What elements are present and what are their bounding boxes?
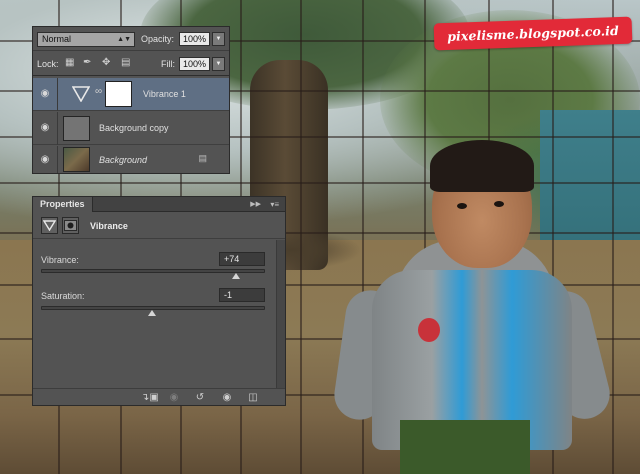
child-eye <box>494 201 504 207</box>
visibility-eye-icon[interactable]: ◉ <box>39 122 51 134</box>
clip-to-layer-icon[interactable]: ↴▣ <box>141 391 159 404</box>
layer-thumbnail <box>63 116 90 141</box>
child-pants <box>400 420 530 474</box>
mask-link-chain-icon[interactable]: ∞ <box>95 86 102 97</box>
trash-icon[interactable]: ◫ <box>246 391 260 404</box>
layer-row-vibrance[interactable]: ◉ ∞ Vibrance 1 <box>33 78 229 111</box>
opacity-dropdown-button[interactable]: ▼ <box>212 32 225 46</box>
vibrance-adjustment-icon[interactable] <box>41 217 58 234</box>
fence-wire <box>612 0 614 474</box>
fill-dropdown-button[interactable]: ▼ <box>212 57 225 71</box>
layers-panel: Normal ▲▼ Opacity: 100% ▼ Lock: ▦ ✒ ✥ ▤ … <box>32 26 230 174</box>
layer-divider <box>57 112 58 145</box>
properties-header: Vibrance <box>33 213 285 239</box>
lock-image-pixels-icon[interactable]: ✒ <box>83 57 91 69</box>
fill-label: Fill: <box>161 59 175 69</box>
layers-toolbar: Normal ▲▼ Opacity: 100% ▼ <box>33 27 229 51</box>
properties-panel: Properties ▶▶ ▾≡ Vibrance Vibrance: +74 … <box>32 196 286 406</box>
visibility-eye-icon[interactable]: ◉ <box>39 88 51 100</box>
reset-icon[interactable]: ↺ <box>193 391 207 404</box>
layer-lock-icon: ▤ <box>198 153 207 163</box>
fill-input[interactable]: 100% <box>179 57 210 71</box>
layer-mask-thumbnail[interactable] <box>105 81 132 107</box>
tab-properties[interactable]: Properties <box>33 197 93 212</box>
blend-mode-select[interactable]: Normal ▲▼ <box>37 32 135 47</box>
lock-label: Lock: <box>37 59 59 69</box>
jacket-patch <box>418 318 440 342</box>
blend-mode-value: Normal <box>42 34 72 44</box>
panel-menu-icon[interactable]: ▾≡ <box>270 197 279 212</box>
lock-transparent-pixels-icon[interactable]: ▦ <box>65 57 74 69</box>
layer-divider <box>57 78 58 111</box>
child-eye <box>457 203 467 209</box>
layer-mask-icon[interactable] <box>62 217 79 234</box>
collapse-panel-icon[interactable]: ▶▶ <box>250 197 261 212</box>
layer-name: Background copy <box>99 123 169 133</box>
saturation-label: Saturation: <box>41 291 85 301</box>
saturation-value-input[interactable]: -1 <box>219 288 265 302</box>
layer-divider <box>57 146 58 173</box>
layer-name: Background <box>99 155 148 165</box>
fence-wire <box>0 182 640 184</box>
adjustment-title: Vibrance <box>90 221 128 231</box>
vibrance-adjustment-icon <box>69 82 93 106</box>
opacity-label: Opacity: <box>141 34 175 44</box>
properties-footer: ↴▣ ◉ ↺ ◉ ◫ <box>33 388 285 405</box>
lock-all-icon[interactable]: ▤ <box>121 57 130 69</box>
lock-position-icon[interactable]: ✥ <box>102 57 110 69</box>
view-previous-state-icon[interactable]: ◉ <box>167 391 181 404</box>
toggle-visibility-eye-icon[interactable]: ◉ <box>220 391 234 404</box>
opacity-input[interactable]: 100% <box>179 32 210 46</box>
layers-lock-row: Lock: ▦ ✒ ✥ ▤ Fill: 100% ▼ <box>33 52 229 76</box>
vibrance-value-input[interactable]: +74 <box>219 252 265 266</box>
watermark-text: pixelisme.blogspot.co.id <box>446 23 620 44</box>
fence-wire <box>300 0 302 474</box>
child-hair <box>430 140 534 192</box>
photo-building <box>540 110 640 250</box>
vibrance-label: Vibrance: <box>41 255 79 265</box>
layer-thumbnail <box>63 147 90 172</box>
layer-row-background-copy[interactable]: ◉ Background copy <box>33 112 229 145</box>
saturation-slider-thumb[interactable] <box>147 310 156 316</box>
properties-tab-bar: Properties ▶▶ ▾≡ <box>33 197 285 212</box>
vibrance-slider-thumb[interactable] <box>231 273 240 279</box>
visibility-eye-icon[interactable]: ◉ <box>39 154 51 166</box>
layer-name: Vibrance 1 <box>143 89 186 99</box>
properties-scrollbar[interactable] <box>276 240 285 388</box>
updown-arrows-icon: ▲▼ <box>117 36 131 43</box>
layer-row-background[interactable]: ◉ Background ▤ <box>33 146 229 173</box>
